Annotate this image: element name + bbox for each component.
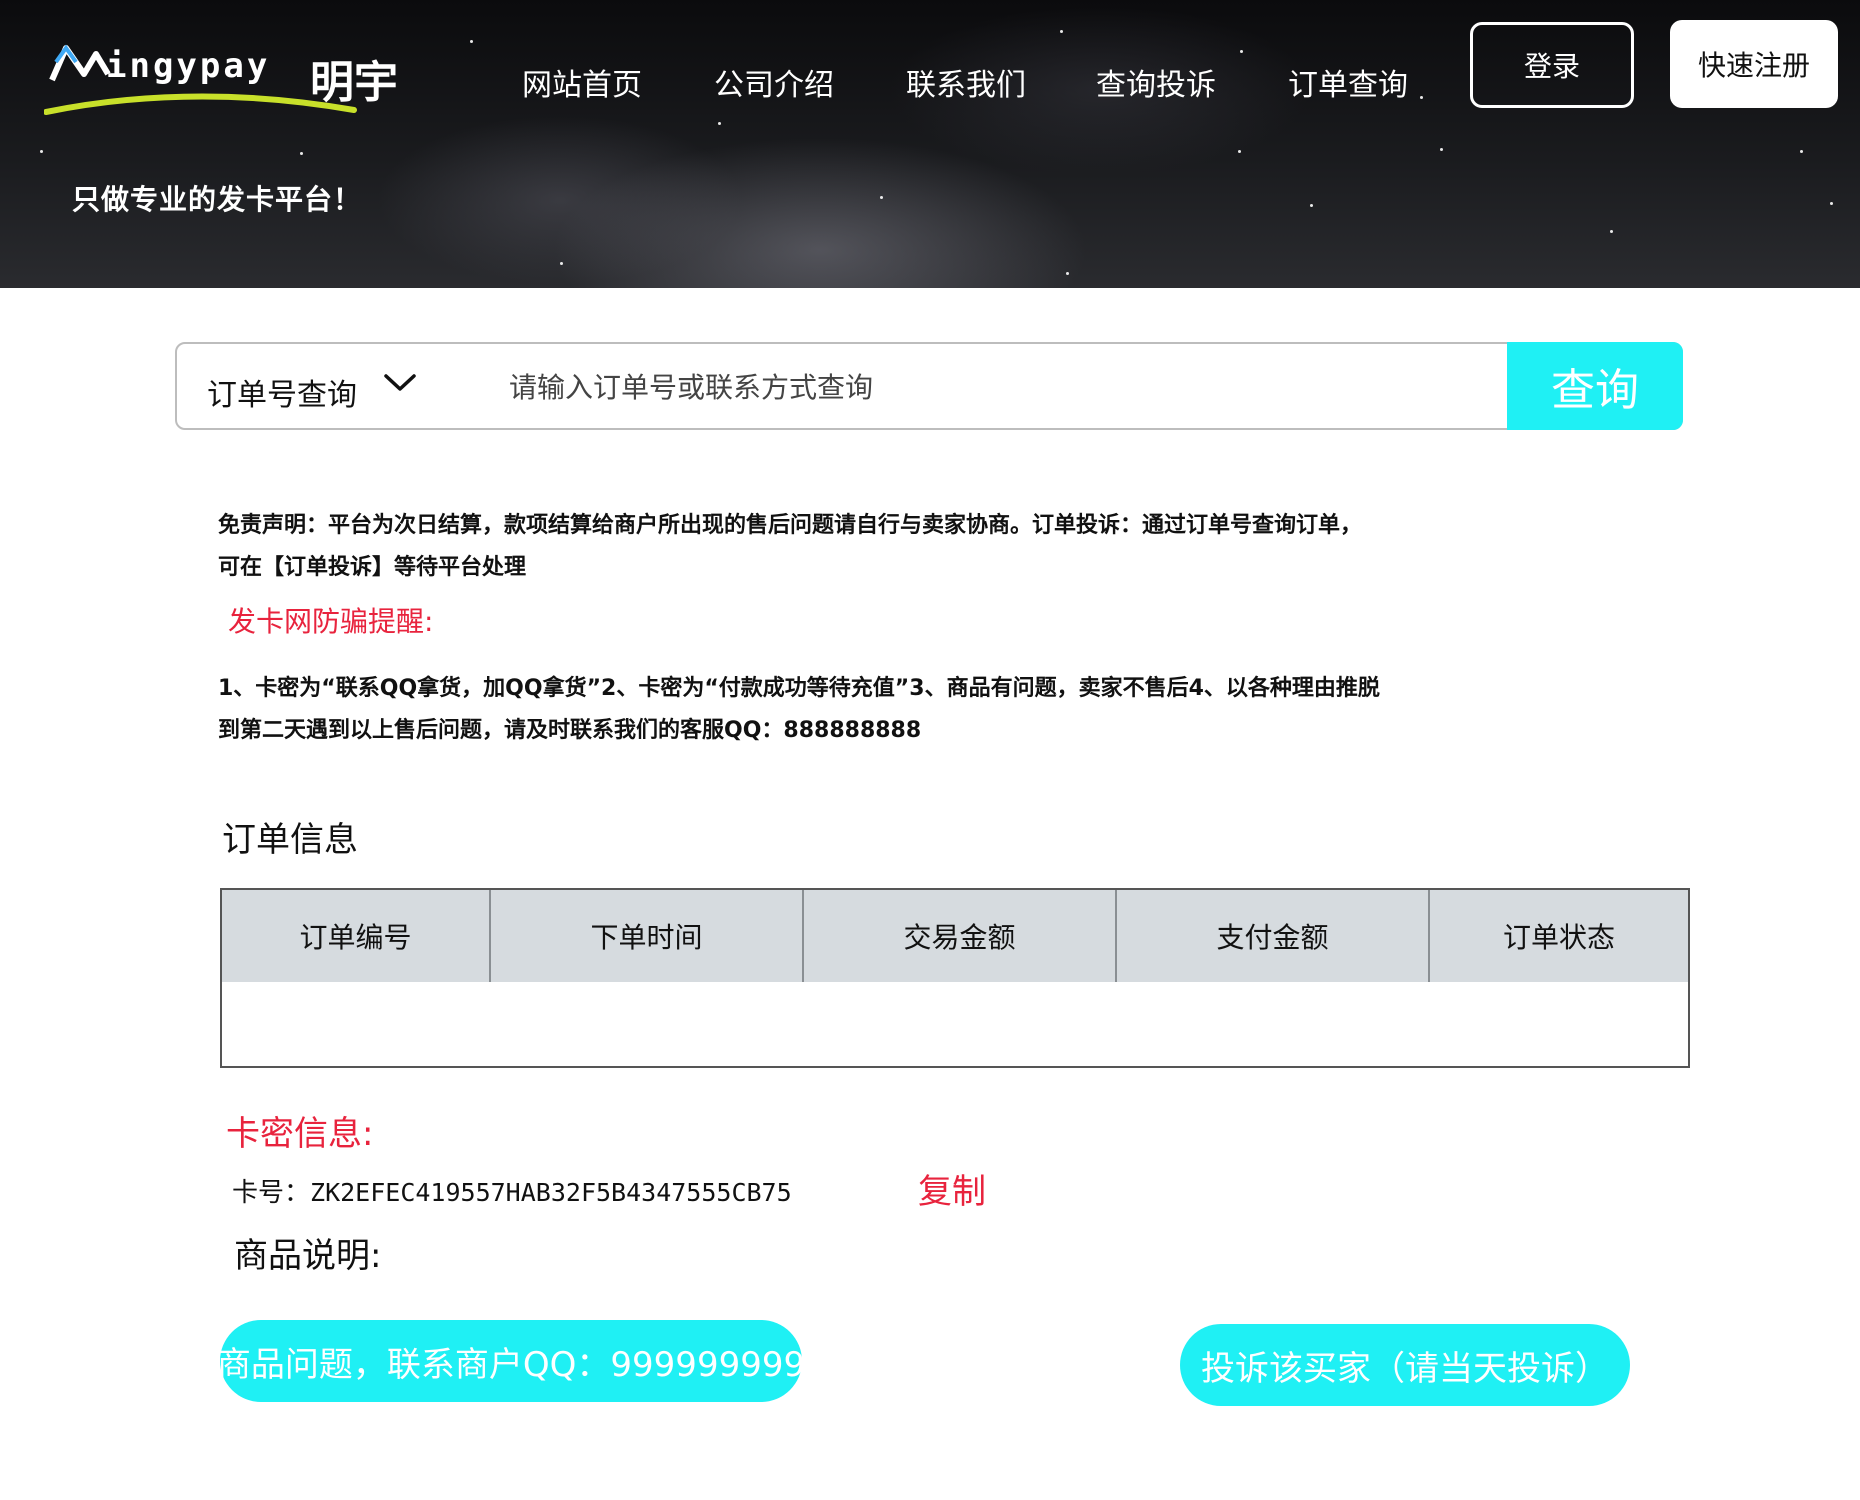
tips-line: 到第二天遇到以上售后问题，请及时联系我们的客服QQ：888888888 xyxy=(218,718,922,743)
order-info-title: 订单信息 xyxy=(222,820,358,860)
card-number-label: 卡号： xyxy=(232,1178,311,1208)
column-header-trade-amount: 交易金额 xyxy=(802,890,1115,982)
tips-line: 1、卡密为“联系QQ拿货，加QQ拿货”2、卡密为“付款成功等待充值”3、商品有问… xyxy=(218,676,1380,701)
contact-merchant-button[interactable]: 商品问题，联系商户QQ：999999999 xyxy=(217,1320,805,1402)
login-button[interactable]: 登录 xyxy=(1470,22,1634,108)
brand-logo[interactable]: ingypay 明宇 xyxy=(44,40,424,120)
complain-button[interactable]: 投诉该买家（请当天投诉） xyxy=(1180,1324,1630,1406)
column-header-order-time: 下单时间 xyxy=(489,890,802,982)
column-header-order-id: 订单编号 xyxy=(299,921,412,954)
logo-wordmark: ingypay xyxy=(106,46,271,86)
anti-fraud-title: 发卡网防骗提醒: xyxy=(228,605,434,638)
search-type-dropdown[interactable]: 订单号查询 xyxy=(207,370,357,414)
nav-contact[interactable]: 联系我们 xyxy=(906,60,1026,104)
chevron-down-icon[interactable] xyxy=(383,372,417,394)
register-button[interactable]: 快速注册 xyxy=(1670,20,1838,108)
logo-chinese-name: 明宇 xyxy=(310,57,398,108)
column-header-paid-amount: 支付金额 xyxy=(1115,890,1428,982)
disclaimer-line: 可在【订单投诉】等待平台处理 xyxy=(218,555,527,580)
disclaimer-line: 免责声明：平台为次日结算，款项结算给商户所出现的售后问题请自行与卖家协商。订单投… xyxy=(218,513,1363,538)
copy-button[interactable]: 复制 xyxy=(918,1164,986,1213)
search-input[interactable] xyxy=(507,358,1471,416)
goods-description-label: 商品说明: xyxy=(234,1236,382,1276)
anti-fraud-tips: 1、卡密为“联系QQ拿货，加QQ拿货”2、卡密为“付款成功等待充值”3、商品有问… xyxy=(218,668,1518,752)
header-banner: ingypay 明宇 只做专业的发卡平台！ 网站首页 公司介绍 联系我们 查询投… xyxy=(0,0,1860,288)
search-button[interactable]: 查询 xyxy=(1507,342,1683,430)
table-header-row: 订单编号 下单时间 交易金额 支付金额 订单状态 xyxy=(222,890,1688,982)
site-slogan: 只做专业的发卡平台！ xyxy=(72,183,363,216)
nav-order-query[interactable]: 订单查询 xyxy=(1288,60,1408,104)
card-number-row: 卡号：ZK2EFEC419557HAB32F5B4347555CB75 xyxy=(232,1172,792,1209)
nav-complaint-query[interactable]: 查询投诉 xyxy=(1096,60,1216,104)
order-table: 订单编号 下单时间 交易金额 支付金额 订单状态 xyxy=(220,888,1690,1068)
card-number-value: ZK2EFEC419557HAB32F5B4347555CB75 xyxy=(310,1178,792,1207)
disclaimer-text: 免责声明：平台为次日结算，款项结算给商户所出现的售后问题请自行与卖家协商。订单投… xyxy=(218,505,1518,589)
nav-home[interactable]: 网站首页 xyxy=(522,60,642,104)
order-search-bar: 订单号查询 查询 xyxy=(175,342,1683,430)
column-header-order-status: 订单状态 xyxy=(1428,890,1688,982)
nav-about[interactable]: 公司介绍 xyxy=(714,60,834,104)
card-info-title: 卡密信息: xyxy=(226,1114,374,1154)
